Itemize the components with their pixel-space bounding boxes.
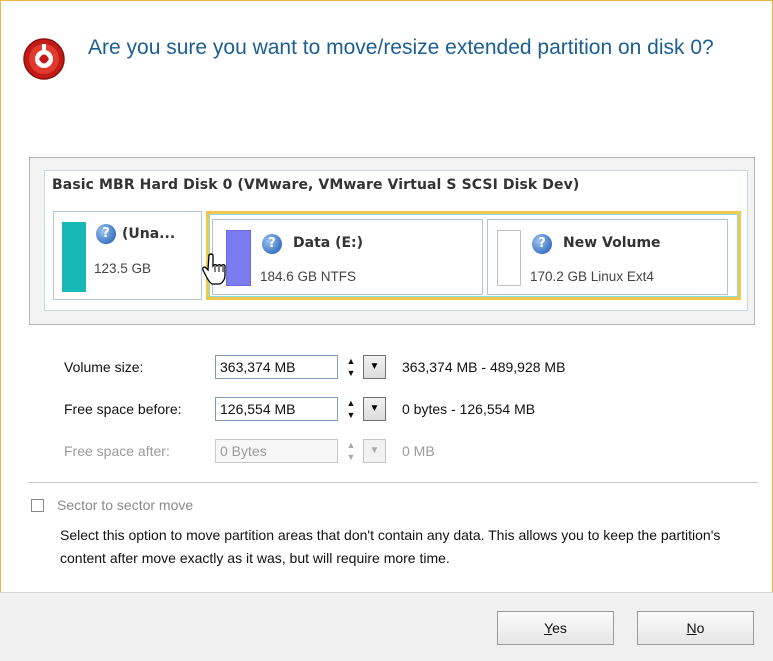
spin-down-icon[interactable]: ▼ <box>341 367 361 379</box>
spin-down-icon[interactable]: ▼ <box>341 409 361 421</box>
question-icon: ? <box>96 224 116 244</box>
partition-name: New Volume <box>563 235 661 251</box>
free-space-before-range: 0 bytes - 126,554 MB <box>402 401 536 417</box>
yes-label: es <box>552 620 567 636</box>
question-icon: ? <box>262 234 282 254</box>
volume-size-range: 363,374 MB - 489,928 MB <box>402 359 566 375</box>
yes-mnemonic: Y <box>544 620 553 636</box>
divider <box>28 482 758 483</box>
partition-name: (Una... <box>122 226 176 242</box>
free-space-after-stepper: ▲ ▼ <box>341 439 361 463</box>
spin-up-icon: ▲ <box>346 440 356 450</box>
chevron-down-icon: ▼ <box>369 361 380 372</box>
free-space-after-range: 0 MB <box>402 443 435 459</box>
hand-cursor-icon <box>202 253 226 285</box>
free-space-before-input[interactable]: 126,554 MB <box>215 397 338 421</box>
partition-usage-bar <box>497 230 521 286</box>
free-space-before-label: Free space before: <box>64 401 182 417</box>
sector-to-sector-label[interactable]: Sector to sector move <box>57 497 193 513</box>
no-label: o <box>696 620 705 636</box>
spin-up-icon[interactable]: ▲ <box>341 355 361 367</box>
volume-size-input[interactable]: 363,374 MB <box>215 355 338 379</box>
sector-to-sector-checkbox[interactable] <box>31 499 44 512</box>
partition-size: 123.5 GB <box>94 261 152 276</box>
dialog-question: Are you sure you want to move/resize ext… <box>88 36 714 59</box>
volume-size-unit-dropdown[interactable]: ▼ <box>363 355 386 379</box>
free-space-after-input: 0 Bytes <box>215 439 338 463</box>
spin-up-icon[interactable]: ▲ <box>341 397 361 409</box>
volume-size-label: Volume size: <box>64 359 144 375</box>
free-space-before-stepper[interactable]: ▲ ▼ <box>341 397 361 421</box>
disk-title: Basic MBR Hard Disk 0 (VMware, VMware Vi… <box>52 177 580 193</box>
partition-name: Data (E:) <box>293 235 364 251</box>
yes-button[interactable]: Yes <box>497 611 614 645</box>
free-space-before-spinner: 126,554 MB ▲ ▼ ▼ <box>215 397 387 421</box>
partition-usage-bar <box>62 222 86 292</box>
free-space-after-unit-dropdown: ▼ <box>363 439 386 463</box>
free-space-after-spinner: 0 Bytes ▲ ▼ ▼ <box>215 439 387 463</box>
chevron-down-icon: ▼ <box>369 403 380 414</box>
no-mnemonic: N <box>686 620 697 636</box>
sector-to-sector-description: Select this option to move partition are… <box>60 527 721 566</box>
partition-size: 170.2 GB Linux Ext4 <box>530 269 654 284</box>
chevron-down-icon: ▼ <box>369 445 380 456</box>
question-icon: ? <box>532 234 552 254</box>
free-space-before-unit-dropdown[interactable]: ▼ <box>363 397 386 421</box>
free-space-after-label: Free space after: <box>64 443 170 459</box>
volume-size-spinner: 363,374 MB ▲ ▼ ▼ <box>215 355 387 379</box>
disk-wizard-icon <box>23 38 65 80</box>
no-button[interactable]: No <box>637 611 754 645</box>
spin-down-icon: ▼ <box>346 452 356 462</box>
volume-size-stepper[interactable]: ▲ ▼ <box>341 355 361 379</box>
partition-size: 184.6 GB NTFS <box>260 269 357 284</box>
